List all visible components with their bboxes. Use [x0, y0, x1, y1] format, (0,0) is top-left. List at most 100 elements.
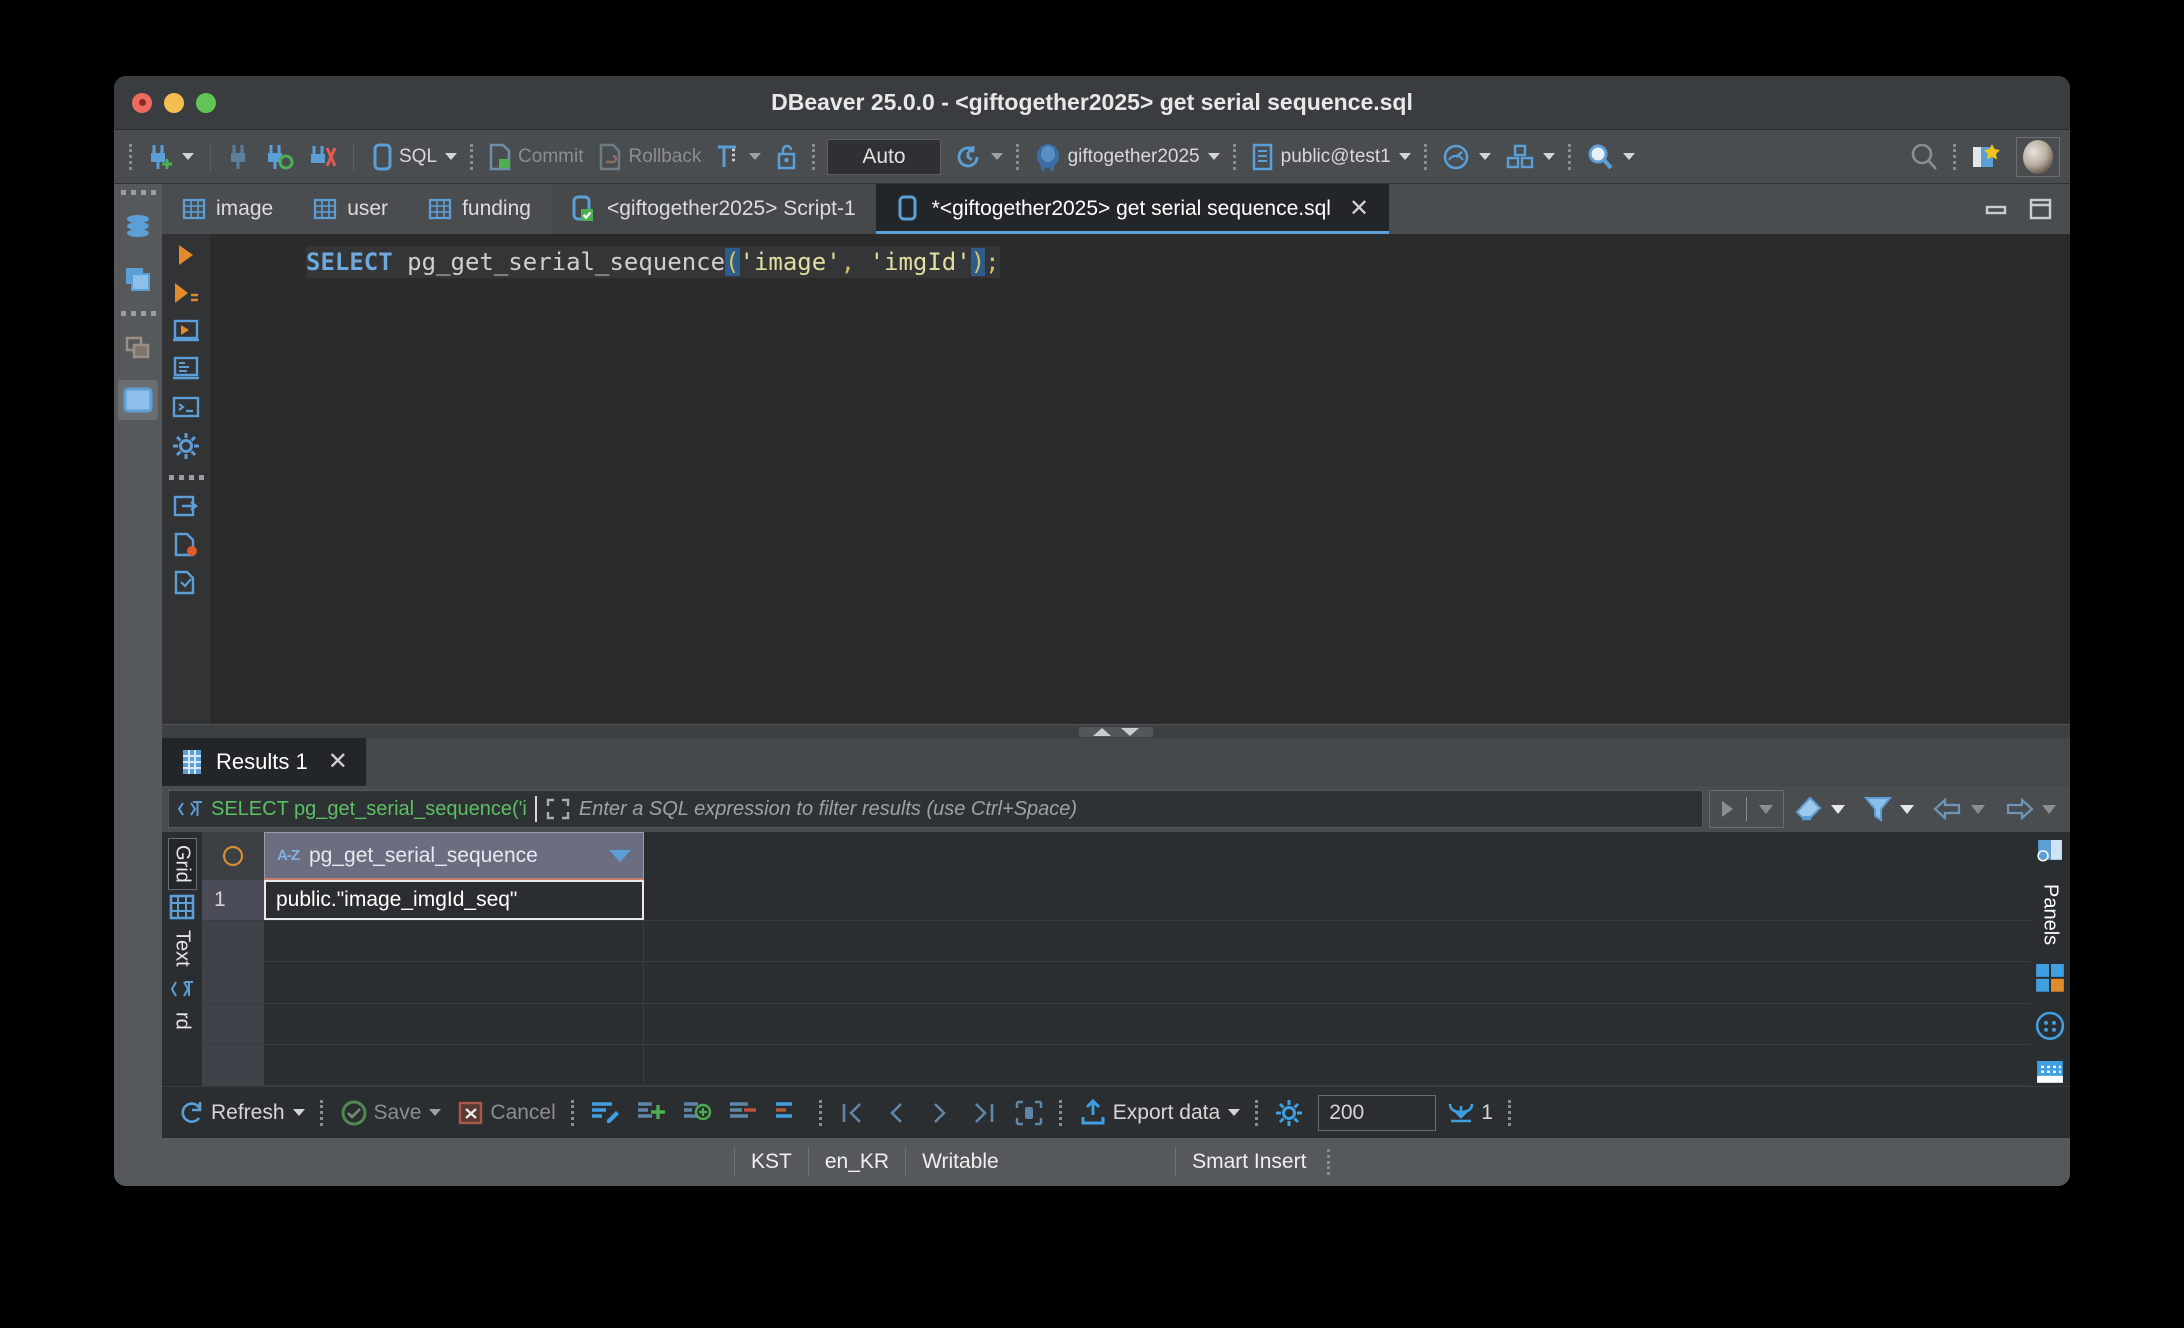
database-selector[interactable]: giftogether2025 — [1027, 138, 1226, 176]
presentation-tab-record[interactable]: rd — [169, 1006, 196, 1036]
history-back-button[interactable] — [1926, 793, 1993, 825]
toolbar-grip[interactable] — [1058, 1099, 1063, 1126]
record-mode-icon[interactable] — [2035, 1011, 2065, 1041]
grid-icon[interactable] — [169, 894, 195, 920]
user-account-button[interactable] — [2016, 136, 2060, 177]
delete-row-button[interactable] — [722, 1096, 764, 1130]
presentation-tab-text[interactable]: Text — [169, 924, 196, 973]
first-page-button[interactable] — [832, 1096, 872, 1130]
tab-image[interactable]: image — [162, 184, 293, 234]
export-data-button[interactable]: Export data — [1072, 1096, 1246, 1130]
toolbar-grip[interactable] — [1232, 143, 1237, 170]
tab-script-1[interactable]: <giftogether2025> Script-1 — [550, 184, 876, 234]
execute-console-icon[interactable] — [172, 394, 200, 420]
transaction-mode-button[interactable] — [709, 139, 767, 175]
filter-input[interactable]: SELECT pg_get_serial_sequence('i Enter a… — [168, 790, 1703, 828]
script-error-icon[interactable] — [172, 532, 200, 558]
chevron-down-icon[interactable] — [1542, 153, 1555, 160]
disconnect-button[interactable] — [221, 139, 257, 175]
schema-selector[interactable]: public@test1 — [1244, 139, 1417, 175]
grid-column-header[interactable]: A-Z pg_get_serial_sequence — [264, 832, 644, 880]
save-button[interactable]: Save — [333, 1095, 448, 1131]
toolbar-grip[interactable] — [470, 143, 474, 170]
tab-user[interactable]: user — [293, 184, 408, 234]
table-row[interactable]: 1 public."image_imgId_seq" — [202, 880, 2030, 922]
toolbar-grip[interactable] — [1567, 143, 1572, 170]
toolbar-grip[interactable] — [1507, 1099, 1512, 1126]
execute-in-new-tab-icon[interactable] — [172, 318, 200, 344]
toolbar-grip[interactable] — [1423, 143, 1428, 170]
editor-results-sash[interactable] — [162, 724, 2070, 738]
script-analyze-icon[interactable] — [172, 570, 200, 596]
add-row-button[interactable] — [630, 1096, 672, 1130]
sql-code-line[interactable]: SELECT pg_get_serial_sequence('image', '… — [306, 246, 1000, 278]
sql-text-icon[interactable] — [169, 976, 195, 1002]
chevron-down-icon[interactable] — [429, 1109, 442, 1116]
close-window-button[interactable] — [132, 92, 152, 113]
invalidate-reconnect-button[interactable] — [259, 139, 301, 175]
previous-page-button[interactable] — [876, 1096, 916, 1130]
toolbar-grip[interactable] — [129, 143, 133, 170]
fetch-size-input[interactable]: 200 — [1318, 1094, 1437, 1131]
open-perspective-button[interactable] — [1964, 138, 2008, 176]
readonly-toggle-button[interactable] — [769, 139, 805, 175]
global-search-button[interactable] — [1902, 138, 1946, 176]
performance-monitor-button[interactable] — [1435, 139, 1497, 175]
maximize-window-button[interactable] — [196, 92, 216, 113]
toolbar-grip[interactable] — [812, 143, 816, 170]
toolbar-grip[interactable] — [1255, 1099, 1259, 1126]
chevron-down-icon[interactable] — [1478, 153, 1491, 160]
grid-cell[interactable]: public."image_imgId_seq" — [264, 880, 644, 921]
filter-settings-button[interactable] — [1857, 792, 1922, 826]
rail-grip[interactable] — [120, 311, 156, 316]
toolbar-grip[interactable] — [818, 1099, 823, 1126]
new-connection-button[interactable] — [140, 139, 200, 175]
execute-script-statistics-icon[interactable] — [172, 356, 200, 382]
cancel-button[interactable]: Cancel — [451, 1096, 561, 1130]
chevron-down-icon[interactable] — [990, 153, 1003, 160]
commit-button[interactable]: Commit — [481, 139, 589, 175]
toolbar-grip[interactable] — [1953, 143, 1957, 170]
rail-restore-button[interactable] — [118, 328, 158, 368]
chevron-down-icon[interactable] — [445, 153, 458, 160]
execute-statement-icon[interactable] — [174, 242, 198, 268]
presentation-tab-grid[interactable]: Grid — [167, 838, 197, 890]
duplicate-row-button[interactable] — [676, 1096, 718, 1130]
toolbar-grip[interactable] — [570, 1099, 575, 1126]
sql-text-area[interactable]: SELECT pg_get_serial_sequence('image', '… — [210, 234, 2070, 724]
expand-icon[interactable] — [545, 797, 571, 821]
history-forward-button[interactable] — [1997, 793, 2064, 825]
tab-funding[interactable]: funding — [408, 184, 551, 234]
minimize-window-button[interactable] — [164, 92, 184, 113]
collapse-up-icon[interactable] — [1093, 727, 1111, 736]
chevron-down-icon[interactable] — [1207, 153, 1220, 160]
rollback-button[interactable]: Rollback — [591, 139, 707, 175]
edit-cell-button[interactable] — [584, 1096, 626, 1130]
chevron-down-icon[interactable] — [1622, 153, 1635, 160]
export-from-query-icon[interactable] — [172, 494, 200, 520]
collapse-down-icon[interactable] — [1121, 727, 1139, 736]
refresh-button[interactable]: Refresh — [172, 1096, 311, 1130]
last-page-button[interactable] — [964, 1096, 1004, 1130]
data-transfer-button[interactable] — [1499, 139, 1561, 175]
grid-select-all-cell[interactable] — [202, 832, 264, 880]
query-history-button[interactable] — [947, 139, 1009, 175]
gutter-grip[interactable] — [168, 472, 204, 482]
tab-get-serial-sequence[interactable]: *<giftogether2025> get serial sequence.s… — [875, 184, 1390, 234]
status-bar-grip[interactable] — [1327, 1149, 1331, 1175]
chevron-down-icon[interactable] — [182, 153, 194, 160]
maximize-editor-icon[interactable] — [2028, 196, 2054, 222]
execute-script-icon[interactable] — [172, 280, 200, 306]
toggle-panels-icon[interactable] — [2035, 963, 2065, 993]
minimize-editor-icon[interactable] — [1984, 196, 2010, 222]
close-icon[interactable]: ✕ — [328, 750, 348, 774]
revert-row-button[interactable] — [768, 1096, 810, 1130]
apply-filter-box[interactable] — [1709, 790, 1784, 828]
new-sql-editor-button[interactable]: SQL — [364, 139, 463, 175]
rail-projects-button[interactable] — [118, 259, 158, 299]
rail-database-navigator-button[interactable] — [118, 207, 158, 247]
results-tab[interactable]: Results 1 ✕ — [162, 738, 366, 786]
chevron-down-icon[interactable] — [1228, 1109, 1241, 1116]
rail-editor-button[interactable] — [118, 380, 158, 420]
find-replace-button[interactable] — [1579, 139, 1641, 175]
